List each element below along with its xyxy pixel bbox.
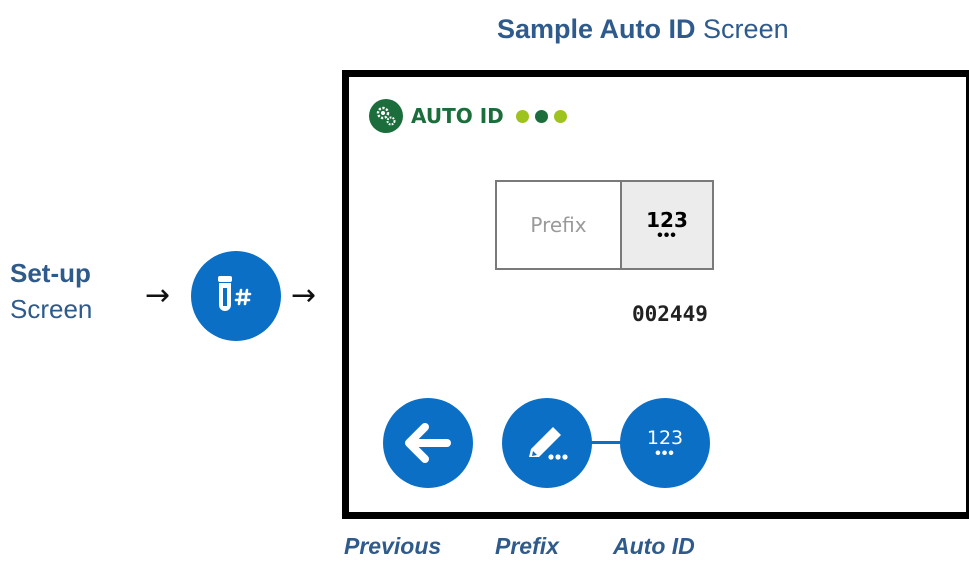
sample-screen-heading: Sample Auto ID Screen <box>497 14 789 45</box>
caption-auto-id: Auto ID <box>613 533 695 559</box>
tube-hash-icon <box>218 276 252 311</box>
step-dot-2 <box>534 109 548 123</box>
setup-auto-id-button[interactable] <box>191 251 281 341</box>
auto-id-button-dots: ••• <box>655 445 675 462</box>
pencil-icon <box>529 427 568 460</box>
setup-bold: Set-up <box>10 258 91 288</box>
caption-previous: Previous <box>344 533 442 559</box>
setup-screen-label: Set-up Screen <box>10 255 92 327</box>
step-dot-3 <box>553 109 567 123</box>
prefix-option[interactable]: Prefix <box>497 182 622 268</box>
number-option-dots: ••• <box>657 227 677 244</box>
id-mode-selector: Prefix 123 ••• <box>495 180 714 270</box>
arrow-right: → <box>291 278 317 313</box>
prefix-button[interactable] <box>502 398 592 488</box>
gear-icon <box>369 99 403 133</box>
step-dot-1 <box>515 109 529 123</box>
device-screen: AUTO ID Prefix 123 ••• 002449 123 ••• <box>342 70 969 519</box>
screen-title-row: AUTO ID <box>369 99 567 133</box>
heading-rest: Screen <box>703 14 789 44</box>
screen-title: AUTO ID <box>411 104 504 128</box>
auto-id-counter: 002449 <box>632 302 708 326</box>
back-arrow-icon <box>405 423 451 463</box>
setup-rest: Screen <box>10 294 93 324</box>
heading-bold: Sample Auto ID <box>497 14 696 44</box>
arrow-left: → <box>145 278 171 313</box>
number-option[interactable]: 123 ••• <box>622 182 712 268</box>
auto-id-button[interactable]: 123 ••• <box>620 398 710 488</box>
caption-prefix: Prefix <box>495 533 559 559</box>
previous-button[interactable] <box>383 398 473 488</box>
